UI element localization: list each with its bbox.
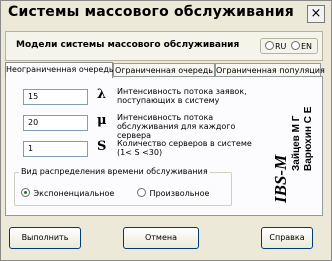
logo-author-2: Варюхин С Е	[303, 106, 314, 171]
servers-symbol: S	[97, 139, 107, 154]
radio-en[interactable]	[291, 41, 300, 50]
tab-unlimited-queue[interactable]: Неограниченная очередь	[5, 62, 114, 78]
lang-ru-label: RU	[275, 42, 287, 51]
servers-description: Количество серверов в системе (1< S <30)	[117, 139, 252, 157]
run-button[interactable]: Выполнить	[9, 227, 81, 249]
lambda-input[interactable]: 15	[23, 89, 88, 105]
radio-ru[interactable]	[265, 41, 274, 50]
tab-panel: 15 λ Интенсивность потока заявок, поступ…	[5, 76, 323, 216]
lambda-symbol: λ	[97, 87, 107, 102]
lambda-description: Интенсивность потока заявок, поступающих…	[117, 87, 247, 105]
tab-limited-population[interactable]: Ограниченная популяция	[215, 63, 325, 77]
close-button[interactable]: ×	[307, 5, 325, 23]
language-selector: RU EN	[260, 38, 318, 54]
distribution-title: Вид распределения времени обслуживания	[19, 167, 210, 176]
ibs-logo: IBS-M Зайцев М Г Варюхин С Е	[271, 106, 314, 204]
help-button[interactable]: Справка	[261, 227, 313, 249]
title-bar: Системы массового обслуживания ×	[1, 1, 331, 29]
tab-strip: Неограниченная очередь Ограниченная очер…	[5, 62, 325, 78]
logo-author-1: Зайцев М Г	[291, 115, 302, 171]
arbitrary-label: Произвольное	[149, 189, 210, 198]
lang-en-label: EN	[301, 42, 313, 51]
radio-exponential[interactable]	[21, 188, 30, 197]
distribution-option-arbitrary[interactable]: Произвольное	[137, 188, 209, 198]
tab-limited-queue[interactable]: Ограниченная очередь	[113, 63, 215, 77]
distribution-group: Вид распределения времени обслуживания Э…	[14, 167, 232, 206]
cancel-button[interactable]: Отмена	[123, 227, 199, 249]
window-title: Системы массового обслуживания	[8, 4, 294, 20]
lang-option-en[interactable]: EN	[291, 41, 312, 51]
models-label: Модели системы массового обслуживания	[16, 40, 240, 50]
model-header: Модели системы массового обслуживания RU…	[5, 31, 323, 61]
servers-input[interactable]: 1	[23, 141, 88, 157]
mu-symbol: μ	[97, 113, 107, 128]
logo-brand: IBS-M	[271, 154, 290, 204]
radio-arbitrary[interactable]	[137, 188, 146, 197]
distribution-option-exponential[interactable]: Экспоненциальное	[21, 188, 114, 198]
dialog-window: Системы массового обслуживания × Модели …	[0, 0, 332, 261]
mu-description: Интенсивность потока обслуживания для ка…	[117, 113, 236, 140]
lang-option-ru[interactable]: RU	[265, 41, 286, 51]
exponential-label: Экспоненциальное	[33, 189, 115, 198]
mu-input[interactable]: 20	[23, 115, 88, 131]
